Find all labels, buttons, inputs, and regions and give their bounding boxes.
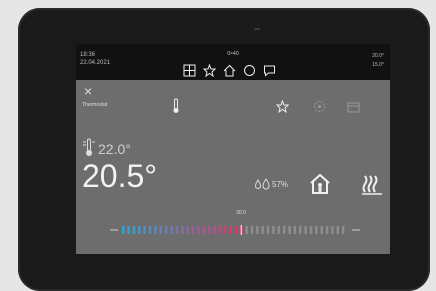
slider-tick (299, 226, 302, 234)
setpoint-temperature[interactable]: 22.0° (98, 141, 131, 157)
status-temp-1: 20.0° (372, 53, 384, 59)
home-mode-icon[interactable] (308, 172, 332, 196)
status-temp-2: 15.0° (372, 62, 384, 68)
circle-icon[interactable] (243, 64, 256, 77)
slider-tick (272, 226, 275, 234)
slider-tick (336, 226, 340, 234)
slider-tick (197, 226, 200, 234)
humidity-value: 57% (272, 180, 289, 189)
top-bar: 18:36 22.04.2021 0×40 20.0° 15.0° (76, 44, 390, 80)
nav-icons (183, 64, 276, 77)
slider-tick (122, 226, 125, 234)
slider-tick (282, 226, 286, 234)
slider-tick (127, 226, 130, 234)
favorite-star-icon[interactable] (276, 100, 289, 113)
slider-tick (175, 226, 179, 234)
slider-tick (261, 226, 264, 234)
slider-tick (293, 226, 297, 234)
humidity-drops-icon (254, 178, 270, 190)
slider-tick (229, 226, 232, 234)
slider-tick (245, 226, 248, 234)
slider-tick (250, 226, 254, 234)
slider-tick (148, 226, 152, 234)
slider-tick (181, 226, 184, 234)
slider-tick (266, 226, 270, 234)
slider-tick (218, 226, 221, 234)
schedule-icon[interactable] (347, 101, 360, 113)
slider-tick (154, 226, 157, 234)
slider-tick (202, 226, 205, 234)
slider-tick (277, 226, 281, 234)
current-temperature: 20.5° (82, 158, 158, 194)
slider-tick (288, 226, 291, 234)
date: 22.04.2021 (80, 60, 111, 66)
slider-tick (309, 226, 313, 234)
floor-heating-icon[interactable] (361, 173, 383, 195)
rooms-grid-icon[interactable] (183, 64, 196, 77)
slider-tick (191, 226, 195, 234)
thermostat-screen: 18:36 22.04.2021 0×40 20.0° 15.0° × Ther… (76, 44, 390, 254)
slider-tick (342, 226, 345, 234)
temperature-slider[interactable] (110, 222, 364, 235)
favorites-star-icon[interactable] (203, 64, 216, 77)
slider-tick (213, 226, 216, 234)
slider-tick (320, 226, 323, 234)
slider-tick (256, 226, 259, 234)
messages-icon[interactable] (263, 64, 276, 77)
slider-tick (207, 226, 211, 234)
slider-tick (315, 226, 318, 234)
slider-tick (304, 226, 307, 234)
slider-tick (164, 226, 168, 234)
slider-tick (186, 226, 189, 234)
slider-tick (138, 226, 141, 234)
slider-tick (159, 226, 162, 234)
setpoint-thermometer-icon (83, 138, 95, 156)
slider-tick (223, 226, 227, 234)
camera-slot (254, 28, 260, 30)
close-button[interactable]: × (84, 84, 92, 98)
thermometer-icon (173, 98, 179, 113)
home-icon[interactable] (223, 64, 236, 77)
slider-tick (170, 226, 173, 234)
slider-tick (331, 226, 334, 234)
slider-marker-label: 20.0 (236, 210, 246, 216)
slider-tick (132, 226, 136, 234)
fan-icon[interactable] (313, 100, 326, 113)
slider-tick (143, 226, 146, 234)
top-center-label: 0×40 (227, 51, 239, 57)
slider-tick (325, 226, 329, 234)
slider-tick (234, 226, 238, 234)
slider-track[interactable] (110, 225, 364, 235)
page-title: Thermostat (82, 102, 108, 108)
